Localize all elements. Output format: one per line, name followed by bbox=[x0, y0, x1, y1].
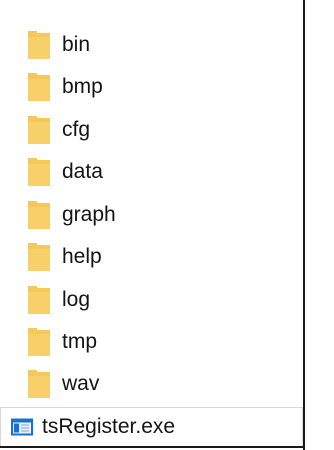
folder-name: log bbox=[62, 288, 91, 311]
folder-icon bbox=[28, 370, 50, 398]
folder-icon bbox=[28, 243, 50, 271]
folder-name: cfg bbox=[62, 118, 91, 141]
folder-icon bbox=[28, 328, 50, 356]
list-item-folder-bin[interactable]: bin bbox=[0, 24, 303, 66]
folder-name: graph bbox=[62, 203, 116, 226]
folder-name: wav bbox=[62, 372, 100, 395]
pane-divider-vertical bbox=[303, 0, 305, 450]
list-item-folder-log[interactable]: log bbox=[0, 279, 303, 321]
folder-name: bin bbox=[62, 33, 91, 56]
list-item-folder-graph[interactable]: graph bbox=[0, 194, 303, 236]
folder-name: tmp bbox=[62, 330, 98, 353]
folder-icon bbox=[28, 116, 50, 144]
folder-icon bbox=[28, 286, 50, 314]
list-item-folder-help[interactable]: help bbox=[0, 236, 303, 278]
list-item-folder-data[interactable]: data bbox=[0, 151, 303, 193]
list-item-folder-bmp[interactable]: bmp bbox=[0, 66, 303, 108]
list-item-folder-wav[interactable]: wav bbox=[0, 363, 303, 405]
folder-name: help bbox=[62, 245, 102, 268]
folder-icon bbox=[28, 31, 50, 59]
folder-icon bbox=[28, 73, 50, 101]
list-item-file-tsregister[interactable]: tsRegister.exe bbox=[0, 407, 303, 447]
pane-divider-horizontal bbox=[0, 446, 304, 448]
list-item-folder-tmp[interactable]: tmp bbox=[0, 321, 303, 363]
folder-icon bbox=[28, 201, 50, 229]
file-name: tsRegister.exe bbox=[42, 415, 176, 438]
file-list-pane: bin bmp cfg data graph help log tmp wav … bbox=[0, 0, 334, 450]
folder-icon bbox=[28, 158, 50, 186]
folder-name: bmp bbox=[62, 75, 103, 98]
folder-name: data bbox=[62, 160, 103, 183]
exe-window-icon bbox=[11, 418, 33, 436]
list-item-folder-cfg[interactable]: cfg bbox=[0, 109, 303, 151]
